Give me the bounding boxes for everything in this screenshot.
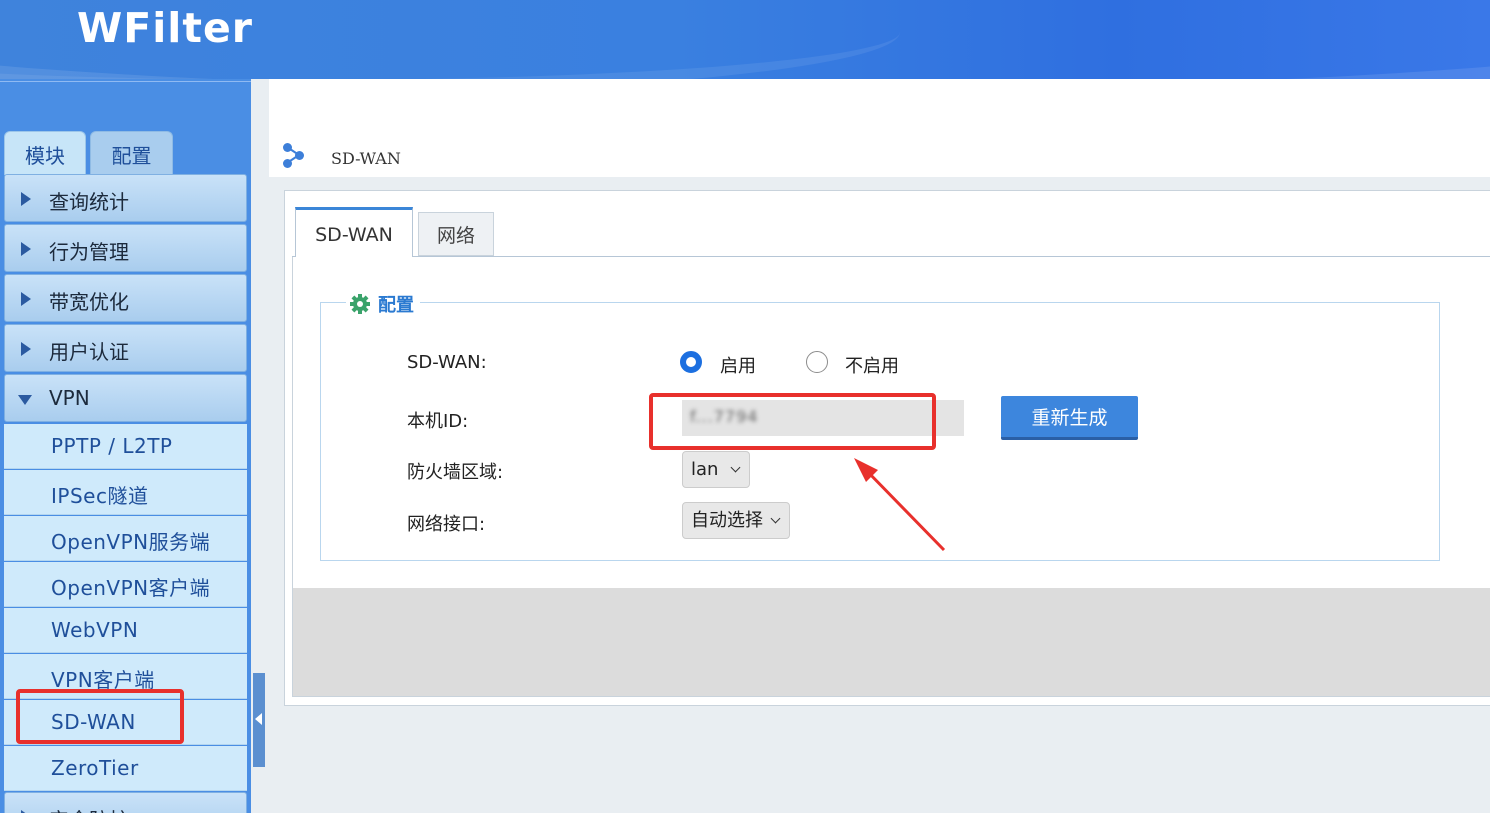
sidebar-item-label: IPSec隧道 <box>51 484 149 508</box>
firewall-zone-value: lan <box>691 459 719 480</box>
sidebar-group-behavior[interactable]: 行为管理 <box>4 224 247 272</box>
tab-sdwan[interactable]: SD-WAN <box>295 207 413 257</box>
sidebar-group-vpn[interactable]: VPN <box>4 374 247 422</box>
gear-icon <box>350 294 370 314</box>
disable-radio[interactable] <box>806 351 828 373</box>
section-title: 配置 <box>378 295 414 316</box>
disable-radio-label: 不启用 <box>845 356 899 377</box>
enable-radio[interactable] <box>680 351 702 373</box>
tab-config[interactable]: 配置 <box>90 131 173 175</box>
app-logo: WFilter <box>77 4 253 52</box>
sidebar-group-bandwidth[interactable]: 带宽优化 <box>4 274 247 322</box>
sidebar-item-webvpn[interactable]: WebVPN <box>4 608 247 653</box>
network-interface-select[interactable]: 自动选择 <box>682 502 790 539</box>
caret-right-icon <box>21 192 31 206</box>
sidebar-collapse-handle[interactable] <box>253 673 265 767</box>
sidebar-divider <box>0 81 251 82</box>
sidebar-group-security[interactable]: 安全防护 <box>4 792 247 813</box>
network-interface-label: 网络接口: <box>407 514 486 535</box>
app-header: WFilter <box>0 0 1490 79</box>
firewall-zone-select[interactable]: lan <box>682 451 750 488</box>
sidebar-group-user-auth[interactable]: 用户认证 <box>4 324 247 372</box>
sdwan-label: SD-WAN: <box>407 352 487 373</box>
footer-bar <box>293 588 1490 696</box>
sidebar-group-label: 安全防护 <box>49 804 129 813</box>
caret-right-icon <box>21 342 31 356</box>
page-title: SD-WAN <box>331 149 401 168</box>
annotation-highlight-box <box>16 689 184 744</box>
network-interface-value: 自动选择 <box>691 510 763 531</box>
sidebar-item-label: ZeroTier <box>51 756 139 780</box>
fieldset-legend: 配置 <box>346 291 420 317</box>
sidebar-group-label: 行为管理 <box>49 240 129 264</box>
sidebar-item-openvpn-server[interactable]: OpenVPN服务端 <box>4 516 247 561</box>
caret-down-icon <box>18 395 32 405</box>
tab-network[interactable]: 网络 <box>418 212 494 256</box>
enable-radio-label: 启用 <box>720 356 756 377</box>
tab-divider <box>413 256 1490 257</box>
sidebar-item-ipsec[interactable]: IPSec隧道 <box>4 470 247 515</box>
regenerate-button[interactable]: 重新生成 <box>1001 396 1138 440</box>
sidebar-group-label: 查询统计 <box>49 190 129 214</box>
machine-id-label: 本机ID: <box>407 411 469 432</box>
sidebar-group-label: VPN <box>49 386 90 410</box>
caret-right-icon <box>21 292 31 306</box>
sidebar-item-label: PPTP / L2TP <box>51 434 173 458</box>
sidebar-group-label: 用户认证 <box>49 340 129 364</box>
top-banner-area <box>269 79 1490 177</box>
tab-modules[interactable]: 模块 <box>4 131 86 175</box>
chevron-down-icon <box>730 462 741 473</box>
caret-right-icon <box>21 242 31 256</box>
sidebar-item-pptp[interactable]: PPTP / L2TP <box>4 424 247 469</box>
sidebar-item-label: WebVPN <box>51 618 139 642</box>
sidebar-group-label: 带宽优化 <box>49 290 129 314</box>
sidebar-item-label: OpenVPN服务端 <box>51 530 211 554</box>
sidebar-group-query-stats[interactable]: 查询统计 <box>4 174 247 222</box>
chevron-left-icon <box>255 713 262 725</box>
sidebar-item-zerotier[interactable]: ZeroTier <box>4 746 247 791</box>
annotation-highlight-box <box>649 393 936 450</box>
firewall-zone-label: 防火墙区域: <box>407 462 504 483</box>
annotation-arrow <box>854 458 946 552</box>
chevron-down-icon <box>770 513 781 524</box>
sidebar-item-label: OpenVPN客户端 <box>51 576 211 600</box>
share-nodes-icon <box>281 141 305 169</box>
sidebar-item-openvpn-client[interactable]: OpenVPN客户端 <box>4 562 247 607</box>
